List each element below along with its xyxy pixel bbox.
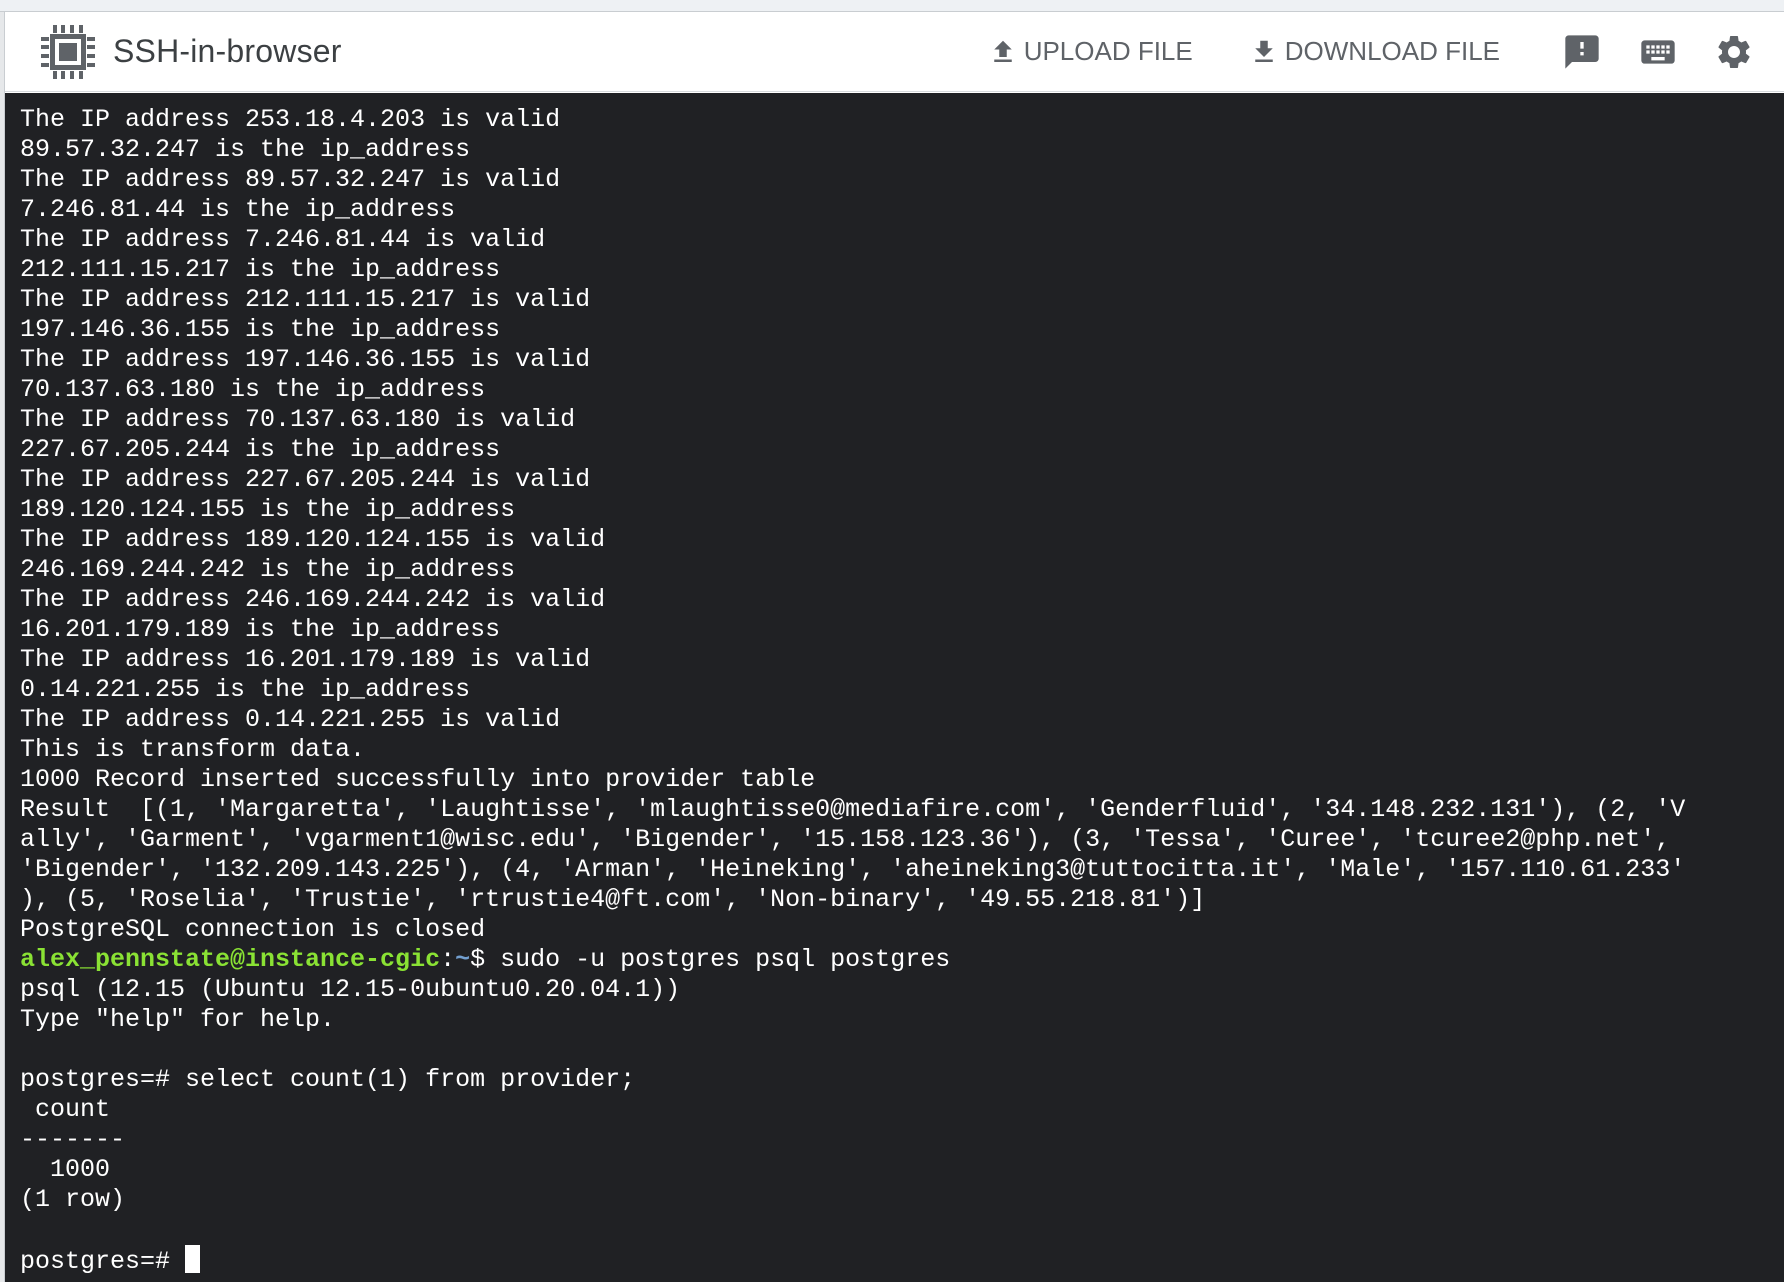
terminal-line: 7.246.81.44 is the ip_address: [20, 195, 456, 224]
app-header: SSH-in-browser UPLOAD FILE DOWNLOAD FILE: [5, 12, 1784, 92]
app-title: SSH-in-browser: [113, 33, 342, 69]
settings-button[interactable]: [1702, 22, 1766, 82]
terminal-line: The IP address 212.111.15.217 is valid: [20, 285, 591, 314]
feedback-button[interactable]: [1550, 22, 1614, 82]
feedback-icon: [1565, 34, 1599, 69]
terminal-line: 246.169.244.242 is the ip_address: [20, 555, 516, 584]
terminal-line: The IP address 197.146.36.155 is valid: [20, 345, 591, 374]
prompt-command: sudo -u postgres psql postgres: [500, 945, 951, 974]
terminal-line: Type "help" for help.: [20, 1005, 336, 1034]
prompt-path: ~: [455, 945, 471, 974]
download-file-button[interactable]: DOWNLOAD FILE: [1237, 22, 1512, 82]
terminal-line: (1 row): [20, 1185, 126, 1214]
prompt-symbol: $: [470, 945, 501, 974]
terminal-line: ), (5, 'Roselia', 'Trustie', 'rtrustie4@…: [20, 885, 1206, 914]
terminal-line: PostgreSQL connection is closed: [20, 915, 486, 944]
browser-top-strip: [0, 0, 1784, 12]
terminal-line: The IP address 0.14.221.255 is valid: [20, 705, 561, 734]
terminal-line: 1000 Record inserted successfully into p…: [20, 765, 816, 794]
terminal-line: 197.146.36.155 is the ip_address: [20, 315, 501, 344]
gear-icon: [1718, 35, 1750, 68]
terminal-line: -------: [20, 1125, 126, 1154]
terminal-line: This is transform data.: [20, 735, 366, 764]
terminal[interactable]: The IP address 253.18.4.203 is valid 89.…: [5, 93, 1784, 1282]
terminal-line: The IP address 253.18.4.203 is valid: [20, 105, 561, 134]
terminal-line: 212.111.15.217 is the ip_address: [20, 255, 501, 284]
terminal-line: The IP address 7.246.81.44 is valid: [20, 225, 546, 254]
keyboard-button[interactable]: [1626, 22, 1690, 82]
terminal-line: Result [(1, 'Margaretta', 'Laughtisse', …: [20, 795, 1686, 824]
terminal-line: 70.137.63.180 is the ip_address: [20, 375, 486, 404]
prompt-user-host: alex_pennstate@instance-cgic: [20, 945, 441, 974]
terminal-line: count: [20, 1095, 111, 1124]
keyboard-icon: [1641, 39, 1675, 64]
terminal-line: The IP address 70.137.63.180 is valid: [20, 405, 576, 434]
prompt-separator: :: [440, 945, 456, 974]
psql-prompt: postgres=#: [20, 1247, 186, 1276]
terminal-line: 89.57.32.247 is the ip_address: [20, 135, 471, 164]
brand: SSH-in-browser: [39, 23, 342, 81]
download-file-label: DOWNLOAD FILE: [1284, 36, 1500, 66]
terminal-line: 227.67.205.244 is the ip_address: [20, 435, 501, 464]
terminal-line: The IP address 189.120.124.155 is valid: [20, 525, 606, 554]
terminal-line: 'Bigender', '132.209.143.225'), (4, 'Arm…: [20, 855, 1686, 884]
upload-file-label: UPLOAD FILE: [1023, 36, 1193, 66]
terminal-line: The IP address 246.169.244.242 is valid: [20, 585, 606, 614]
terminal-line: psql (12.15 (Ubuntu 12.15-0ubuntu0.20.04…: [20, 975, 681, 1004]
psql-prompt-line[interactable]: postgres=#: [20, 1245, 1784, 1276]
terminal-line: 16.201.179.189 is the ip_address: [20, 615, 501, 644]
chip-icon: [41, 24, 95, 79]
terminal-output: The IP address 253.18.4.203 is valid 89.…: [20, 105, 1784, 1276]
text-cursor: [185, 1245, 201, 1273]
download-icon: [1255, 40, 1273, 62]
terminal-line: The IP address 227.67.205.244 is valid: [20, 465, 591, 494]
terminal-line: 0.14.221.255 is the ip_address: [20, 675, 471, 704]
toolbar: UPLOAD FILE DOWNLOAD FILE: [976, 12, 1784, 91]
upload-icon: [993, 40, 1012, 62]
terminal-line: The IP address 89.57.32.247 is valid: [20, 165, 561, 194]
terminal-line: The IP address 16.201.179.189 is valid: [20, 645, 591, 674]
terminal-line: 1000: [20, 1155, 111, 1184]
terminal-line: ally', 'Garment', 'vgarment1@wisc.edu', …: [20, 825, 1671, 854]
upload-file-button[interactable]: UPLOAD FILE: [976, 22, 1205, 82]
terminal-line: 189.120.124.155 is the ip_address: [20, 495, 516, 524]
terminal-line: postgres=# select count(1) from provider…: [20, 1065, 636, 1094]
shell-prompt-line: alex_pennstate@instance-cgic:~$ sudo -u …: [20, 945, 1784, 975]
